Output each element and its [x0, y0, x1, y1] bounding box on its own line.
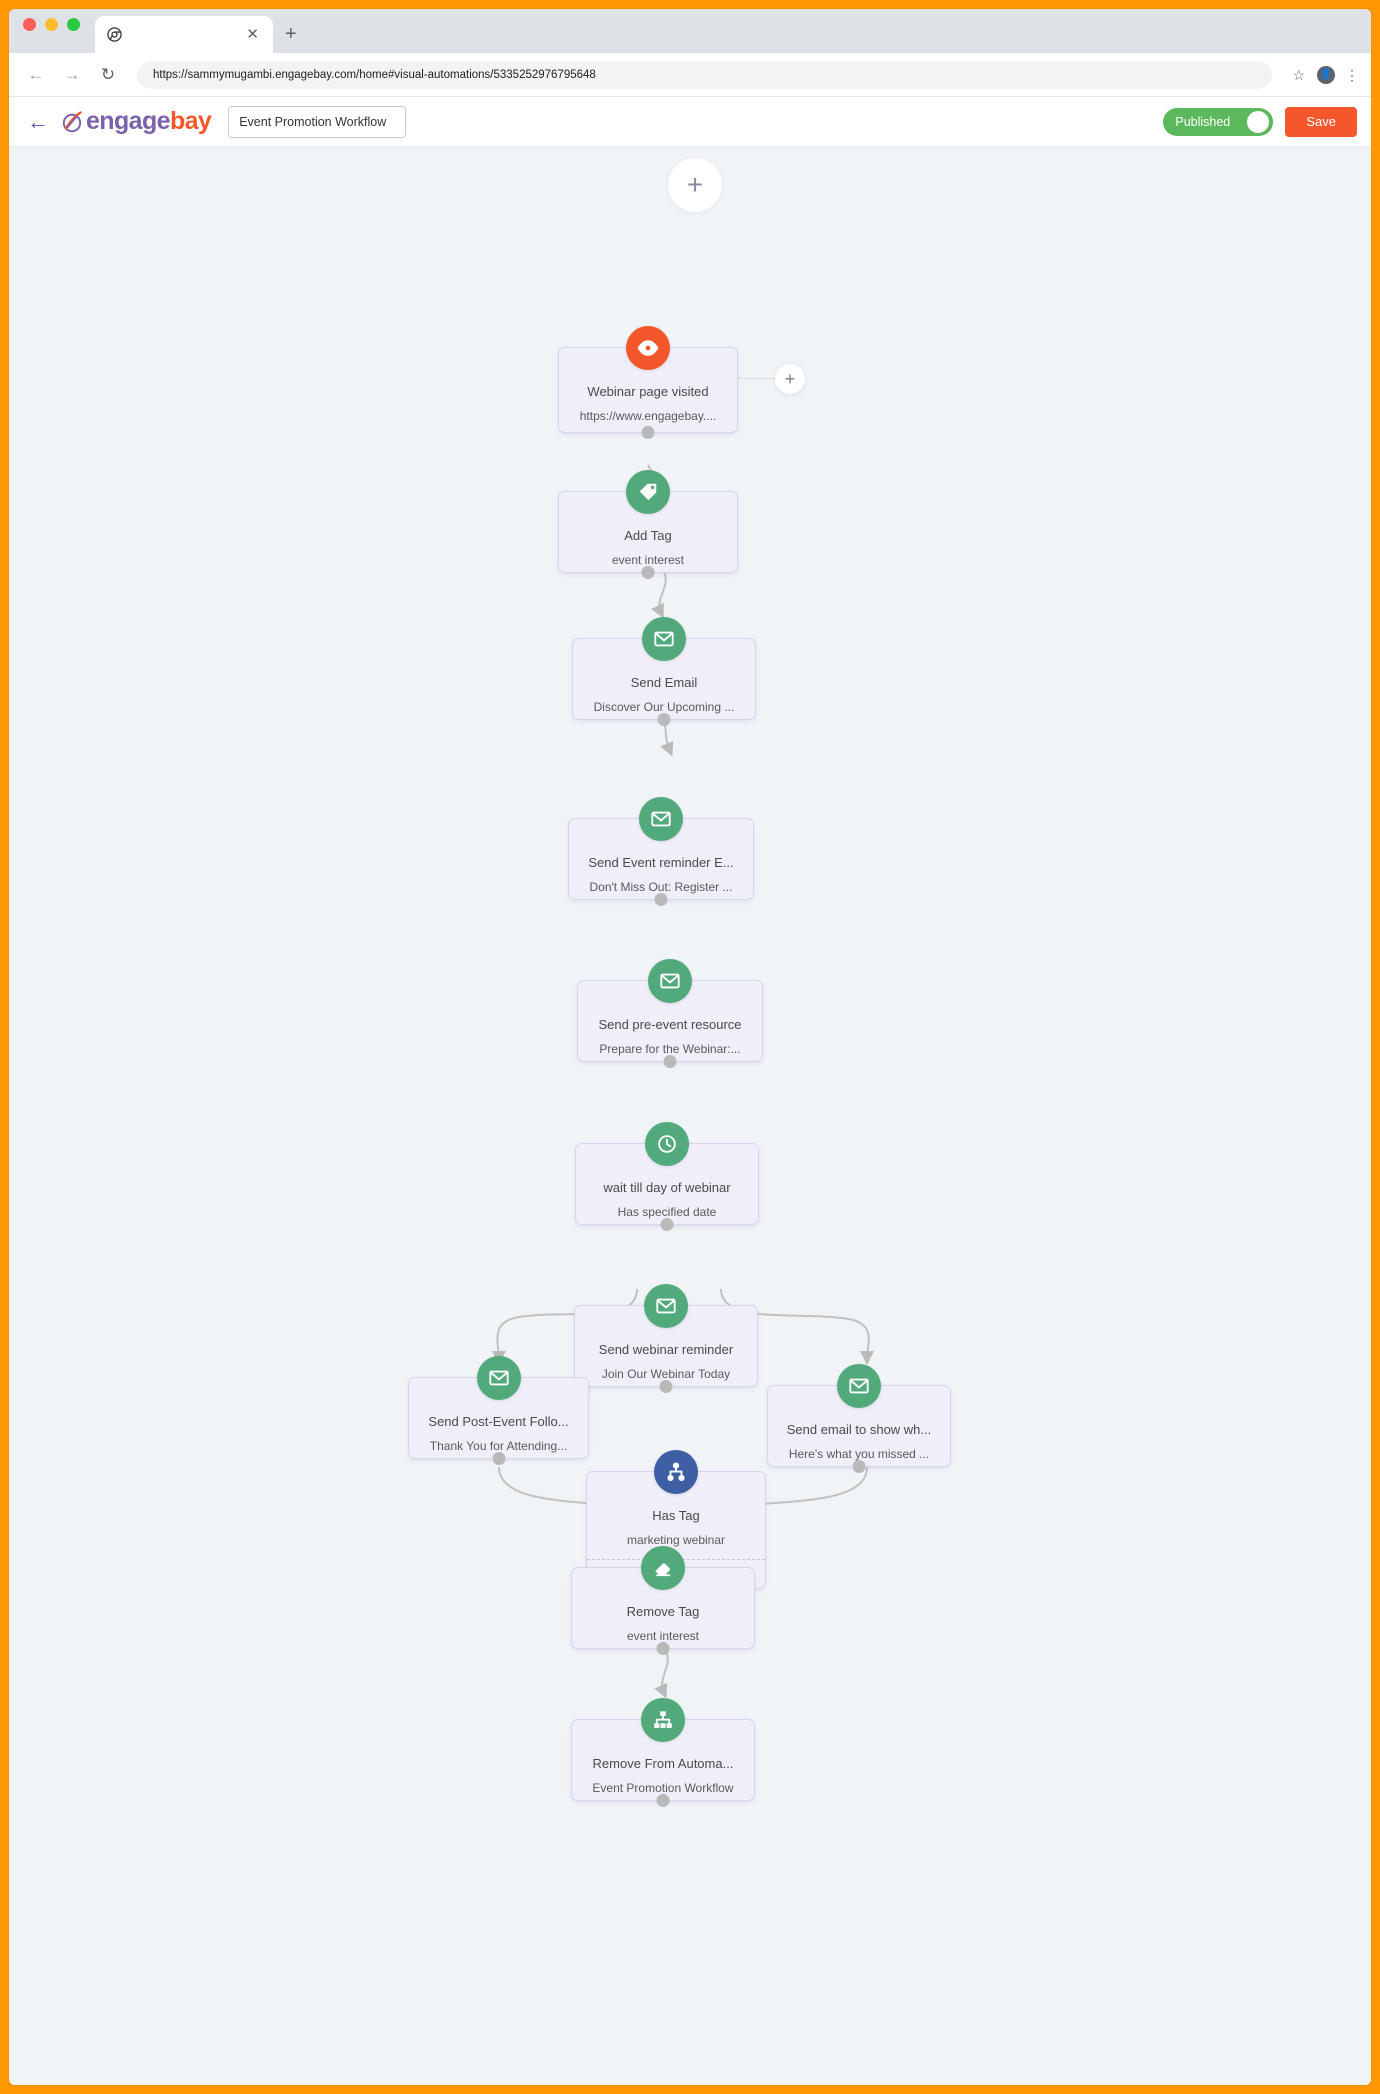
new-tab-button[interactable]: + [285, 24, 297, 44]
browser-toolbar: ← → ↻ https://sammymugambi.engagebay.com… [9, 53, 1371, 97]
toggle-knob [1247, 110, 1270, 133]
node-output-port[interactable] [663, 1055, 677, 1068]
workflow-node-send-post-event-followup[interactable]: Send Post-Event Follo... Thank You for A… [408, 1356, 589, 1465]
envelope-icon [642, 617, 686, 661]
workflow-node-add-tag[interactable]: Add Tag event interest [558, 470, 738, 579]
browser-window: ✕ + ← → ↻ https://sammymugambi.engagebay… [9, 9, 1371, 2085]
envelope-icon [476, 1356, 521, 1400]
node-title: Webinar page visited [587, 384, 709, 399]
maximize-window-button[interactable] [67, 17, 80, 31]
node-subtitle: event interest [611, 553, 685, 567]
eraser-icon [641, 1546, 685, 1590]
node-output-port[interactable] [492, 1452, 505, 1465]
node-subtitle: Has specified date [617, 1205, 717, 1219]
node-output-port[interactable] [641, 426, 655, 439]
node-title: Send webinar reminder [598, 1342, 734, 1357]
reload-icon[interactable]: ↻ [93, 60, 123, 90]
workflow-node-webinar-page-visited[interactable]: Webinar page visited https://www.engageb… [558, 326, 738, 439]
logo-text-secondary: bay [169, 107, 212, 135]
chrome-icon [105, 26, 123, 44]
workflow-node-send-event-reminder[interactable]: Send Event reminder E... Don't Miss Out:… [568, 797, 754, 906]
node-title: wait till day of webinar [603, 1180, 731, 1195]
workflow-node-wait-till-day-of-webinar[interactable]: wait till day of webinar Has specified d… [575, 1122, 759, 1231]
clock-icon [645, 1122, 689, 1166]
add-node-fab[interactable]: + [668, 158, 722, 212]
node-output-port[interactable] [641, 566, 655, 579]
node-subtitle: Join Our Webinar Today [601, 1367, 731, 1381]
node-title: Send pre-event resource [598, 1017, 742, 1032]
node-output-port[interactable] [654, 893, 668, 906]
window-traffic-lights [23, 9, 80, 53]
arrow-right-icon[interactable]: → [57, 60, 87, 90]
node-subtitle: Here's what you missed ... [788, 1447, 930, 1461]
browser-tabstrip: ✕ + [9, 9, 1371, 53]
automation-canvas[interactable]: + + Webinar page visited https://www.eng… [9, 147, 1371, 2085]
node-title: Send email to show wh... [786, 1422, 932, 1437]
workflow-name-input[interactable] [228, 105, 407, 138]
close-window-button[interactable] [23, 17, 36, 31]
node-title: Remove From Automa... [592, 1756, 734, 1771]
envelope-icon [644, 1284, 688, 1328]
publish-toggle[interactable]: Published [1163, 107, 1274, 136]
engagebay-swoosh-icon [61, 110, 85, 134]
back-button[interactable]: ← [27, 110, 49, 133]
tag-icon [626, 470, 670, 514]
envelope-icon [837, 1364, 881, 1408]
envelope-icon [639, 797, 683, 841]
kebab-menu-icon[interactable]: ⋮ [1345, 68, 1359, 82]
url-text: https://sammymugambi.engagebay.com/home#… [153, 68, 596, 81]
browser-tab[interactable]: ✕ [95, 16, 273, 53]
node-subtitle: Discover Our Upcoming ... [593, 700, 735, 714]
workflow-node-send-email-show-what-missed[interactable]: Send email to show wh... Here's what you… [767, 1364, 951, 1473]
workflow-node-send-pre-event-resource[interactable]: Send pre-event resource Prepare for the … [577, 959, 763, 1068]
logo-text-primary: engage [86, 107, 171, 135]
node-subtitle: Prepare for the Webinar:... [599, 1042, 741, 1056]
node-output-port[interactable] [659, 1380, 673, 1393]
node-output-port[interactable] [852, 1460, 866, 1473]
minimize-window-button[interactable] [45, 17, 58, 31]
node-title: Send Event reminder E... [588, 855, 734, 870]
sitemap-icon [641, 1698, 685, 1742]
node-subtitle: Don't Miss Out: Register ... [589, 880, 733, 894]
node-subtitle: event interest [626, 1629, 700, 1643]
star-icon[interactable]: ☆ [1292, 68, 1305, 82]
workflow-node-send-webinar-reminder[interactable]: Send webinar reminder Join Our Webinar T… [574, 1284, 758, 1393]
node-output-port[interactable] [660, 1218, 674, 1231]
arrow-left-icon[interactable]: ← [21, 60, 51, 90]
engagebay-logo[interactable]: engage bay [61, 107, 212, 136]
node-title: Has Tag [652, 1508, 700, 1523]
node-title: Send Post-Event Follo... [428, 1414, 569, 1429]
close-icon[interactable]: ✕ [242, 25, 263, 44]
publish-toggle-label: Published [1175, 114, 1231, 129]
workflow-node-remove-from-automation[interactable]: Remove From Automa... Event Promotion Wo… [571, 1698, 755, 1807]
node-output-port[interactable] [656, 1642, 670, 1655]
address-bar[interactable]: https://sammymugambi.engagebay.com/home#… [137, 60, 1273, 89]
eye-icon [626, 326, 670, 370]
node-subtitle: Thank You for Attending... [429, 1439, 568, 1453]
node-subtitle: Event Promotion Workflow [592, 1781, 734, 1795]
node-title: Remove Tag [626, 1604, 700, 1619]
avatar-icon[interactable]: 👤 [1317, 65, 1335, 84]
workflow-node-remove-tag[interactable]: Remove Tag event interest [571, 1546, 755, 1655]
condition-branch-icon [654, 1450, 698, 1494]
app-header: ← engage bay Published Save [9, 97, 1371, 147]
node-subtitle: marketing webinar [626, 1533, 726, 1547]
save-button[interactable]: Save [1285, 106, 1357, 137]
add-trigger-button[interactable]: + [775, 364, 805, 394]
node-output-port[interactable] [657, 713, 671, 726]
envelope-icon [648, 959, 692, 1003]
workflow-node-send-email[interactable]: Send Email Discover Our Upcoming ... [572, 617, 756, 726]
node-output-port[interactable] [656, 1794, 670, 1807]
node-subtitle: https://www.engagebay.... [579, 409, 717, 423]
node-title: Add Tag [624, 528, 672, 543]
node-title: Send Email [630, 675, 698, 690]
